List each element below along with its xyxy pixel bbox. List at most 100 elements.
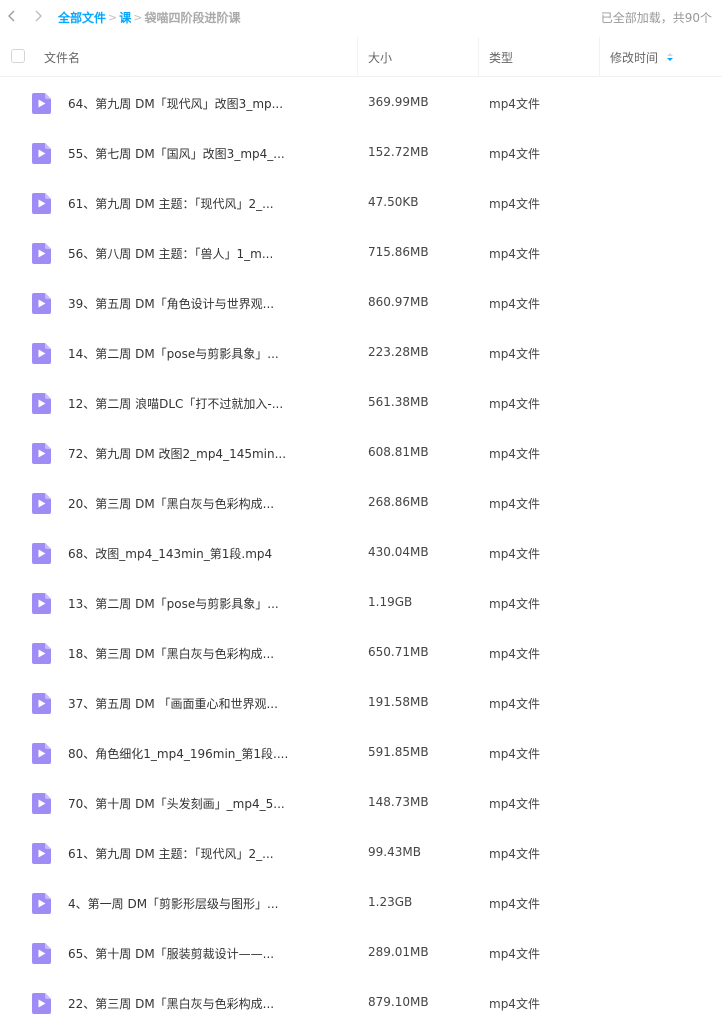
file-name[interactable]: 14、第二周 DM「pose与剪影具象」... <box>68 345 279 362</box>
file-name[interactable]: 13、第二周 DM「pose与剪影具象」... <box>68 595 279 612</box>
video-file-icon <box>32 993 51 1014</box>
file-size: 47.50KB <box>368 195 419 209</box>
file-row[interactable]: 70、第十周 DM「头发刻画」_mp4_5... 148.73MB mp4文件 <box>0 778 722 828</box>
file-name[interactable]: 4、第一周 DM「剪影形层级与图形」... <box>68 895 279 912</box>
file-type: mp4文件 <box>489 947 540 961</box>
file-row[interactable]: 64、第九周 DM「现代风」改图3_mp... 369.99MB mp4文件 <box>0 78 722 128</box>
file-size: 289.01MB <box>368 945 429 959</box>
video-file-icon <box>32 793 51 814</box>
file-name[interactable]: 12、第二周 浪喵DLC「打不过就加入-... <box>68 395 283 412</box>
file-size: 369.99MB <box>368 95 429 109</box>
file-row[interactable]: 20、第三周 DM「黑白灰与色彩构成... 268.86MB mp4文件 <box>0 478 722 528</box>
video-file-icon <box>32 443 51 464</box>
breadcrumb: 全部文件 > 课 > 袋喵四阶段进阶课 <box>58 9 240 26</box>
breadcrumb-parent[interactable]: 课 <box>119 9 131 26</box>
file-name[interactable]: 80、角色细化1_mp4_196min_第1段.... <box>68 745 288 762</box>
file-row[interactable]: 39、第五周 DM「角色设计与世界观... 860.97MB mp4文件 <box>0 278 722 328</box>
file-row[interactable]: 13、第二周 DM「pose与剪影具象」... 1.19GB mp4文件 <box>0 578 722 628</box>
breadcrumb-root[interactable]: 全部文件 <box>58 9 106 26</box>
column-divider[interactable] <box>478 37 479 77</box>
file-name[interactable]: 61、第九周 DM 主题：「现代风」2_... <box>68 195 274 212</box>
file-type: mp4文件 <box>489 247 540 261</box>
video-file-icon <box>32 93 51 114</box>
header-size[interactable]: 大小 <box>368 37 392 77</box>
column-divider[interactable] <box>357 37 358 77</box>
file-name[interactable]: 20、第三周 DM「黑白灰与色彩构成... <box>68 495 274 512</box>
breadcrumb-separator: > <box>133 11 143 24</box>
select-all-checkbox[interactable] <box>11 49 25 63</box>
header-name[interactable]: 文件名 <box>44 37 80 77</box>
chevron-left-icon <box>8 10 15 22</box>
file-type: mp4文件 <box>489 597 540 611</box>
file-size: 191.58MB <box>368 695 429 709</box>
video-file-icon <box>32 493 51 514</box>
file-size: 591.85MB <box>368 745 429 759</box>
file-name[interactable]: 64、第九周 DM「现代风」改图3_mp... <box>68 95 283 112</box>
file-size: 152.72MB <box>368 145 429 159</box>
file-row[interactable]: 18、第三周 DM「黑白灰与色彩构成... 650.71MB mp4文件 <box>0 628 722 678</box>
file-row[interactable]: 55、第七周 DM「国风」改图3_mp4_... 152.72MB mp4文件 <box>0 128 722 178</box>
file-type: mp4文件 <box>489 447 540 461</box>
file-row[interactable]: 61、第九周 DM 主题：「现代风」2_... 47.50KB mp4文件 <box>0 178 722 228</box>
file-name[interactable]: 22、第三周 DM「黑白灰与色彩构成... <box>68 995 274 1012</box>
sort-icon[interactable] <box>666 52 674 62</box>
file-row[interactable]: 72、第九周 DM 改图2_mp4_145min... 608.81MB mp4文件 <box>0 428 722 478</box>
file-row[interactable]: 80、角色细化1_mp4_196min_第1段.... 591.85MB mp4文件 <box>0 728 722 778</box>
file-name[interactable]: 70、第十周 DM「头发刻画」_mp4_5... <box>68 795 285 812</box>
file-size: 650.71MB <box>368 645 429 659</box>
chevron-right-icon <box>35 10 42 22</box>
file-row[interactable]: 14、第二周 DM「pose与剪影具象」... 223.28MB mp4文件 <box>0 328 722 378</box>
file-name[interactable]: 65、第十周 DM「服装剪裁设计——... <box>68 945 274 962</box>
file-name[interactable]: 39、第五周 DM「角色设计与世界观... <box>68 295 274 312</box>
file-size: 715.86MB <box>368 245 429 259</box>
video-file-icon <box>32 643 51 664</box>
video-file-icon <box>32 543 51 564</box>
file-size: 430.04MB <box>368 545 429 559</box>
video-file-icon <box>32 693 51 714</box>
video-file-icon <box>32 943 51 964</box>
file-size: 608.81MB <box>368 445 429 459</box>
file-name[interactable]: 55、第七周 DM「国风」改图3_mp4_... <box>68 145 285 162</box>
column-divider[interactable] <box>599 37 600 77</box>
file-name[interactable]: 56、第八周 DM 主题：「兽人」1_m... <box>68 245 273 262</box>
top-bar: 全部文件 > 课 > 袋喵四阶段进阶课 已全部加载，共90个 <box>0 0 722 33</box>
file-type: mp4文件 <box>489 297 540 311</box>
file-row[interactable]: 22、第三周 DM「黑白灰与色彩构成... 879.10MB mp4文件 <box>0 978 722 1028</box>
forward-button[interactable] <box>28 6 48 26</box>
file-row[interactable]: 68、改图_mp4_143min_第1段.mp4 430.04MB mp4文件 <box>0 528 722 578</box>
file-row[interactable]: 56、第八周 DM 主题：「兽人」1_m... 715.86MB mp4文件 <box>0 228 722 278</box>
video-file-icon <box>32 393 51 414</box>
breadcrumb-current: 袋喵四阶段进阶课 <box>144 11 241 25</box>
file-type: mp4文件 <box>489 397 540 411</box>
file-row[interactable]: 4、第一周 DM「剪影形层级与图形」... 1.23GB mp4文件 <box>0 878 722 928</box>
file-name[interactable]: 18、第三周 DM「黑白灰与色彩构成... <box>68 645 274 662</box>
file-type: mp4文件 <box>489 747 540 761</box>
file-row[interactable]: 12、第二周 浪喵DLC「打不过就加入-... 561.38MB mp4文件 <box>0 378 722 428</box>
file-type: mp4文件 <box>489 997 540 1011</box>
file-row[interactable]: 37、第五周 DM 「画面重心和世界观... 191.58MB mp4文件 <box>0 678 722 728</box>
file-size: 1.23GB <box>368 895 413 909</box>
file-size: 223.28MB <box>368 345 429 359</box>
file-size: 860.97MB <box>368 295 429 309</box>
file-size: 879.10MB <box>368 995 429 1009</box>
file-name[interactable]: 68、改图_mp4_143min_第1段.mp4 <box>68 545 272 562</box>
file-type: mp4文件 <box>489 797 540 811</box>
file-size: 99.43MB <box>368 845 421 859</box>
table-header: 文件名 大小 类型 修改时间 <box>0 37 722 77</box>
video-file-icon <box>32 843 51 864</box>
file-type: mp4文件 <box>489 147 540 161</box>
file-row[interactable]: 61、第九周 DM 主题：「现代风」2_... 99.43MB mp4文件 <box>0 828 722 878</box>
back-button[interactable] <box>2 6 22 26</box>
file-name[interactable]: 72、第九周 DM 改图2_mp4_145min... <box>68 445 286 462</box>
header-modified[interactable]: 修改时间 <box>610 37 674 77</box>
file-type: mp4文件 <box>489 847 540 861</box>
header-modified-label: 修改时间 <box>610 50 659 65</box>
header-type[interactable]: 类型 <box>489 37 513 77</box>
file-name[interactable]: 37、第五周 DM 「画面重心和世界观... <box>68 695 278 712</box>
file-row[interactable]: 65、第十周 DM「服装剪裁设计——... 289.01MB mp4文件 <box>0 928 722 978</box>
file-name[interactable]: 61、第九周 DM 主题：「现代风」2_... <box>68 845 274 862</box>
video-file-icon <box>32 193 51 214</box>
file-type: mp4文件 <box>489 897 540 911</box>
file-type: mp4文件 <box>489 347 540 361</box>
file-type: mp4文件 <box>489 647 540 661</box>
